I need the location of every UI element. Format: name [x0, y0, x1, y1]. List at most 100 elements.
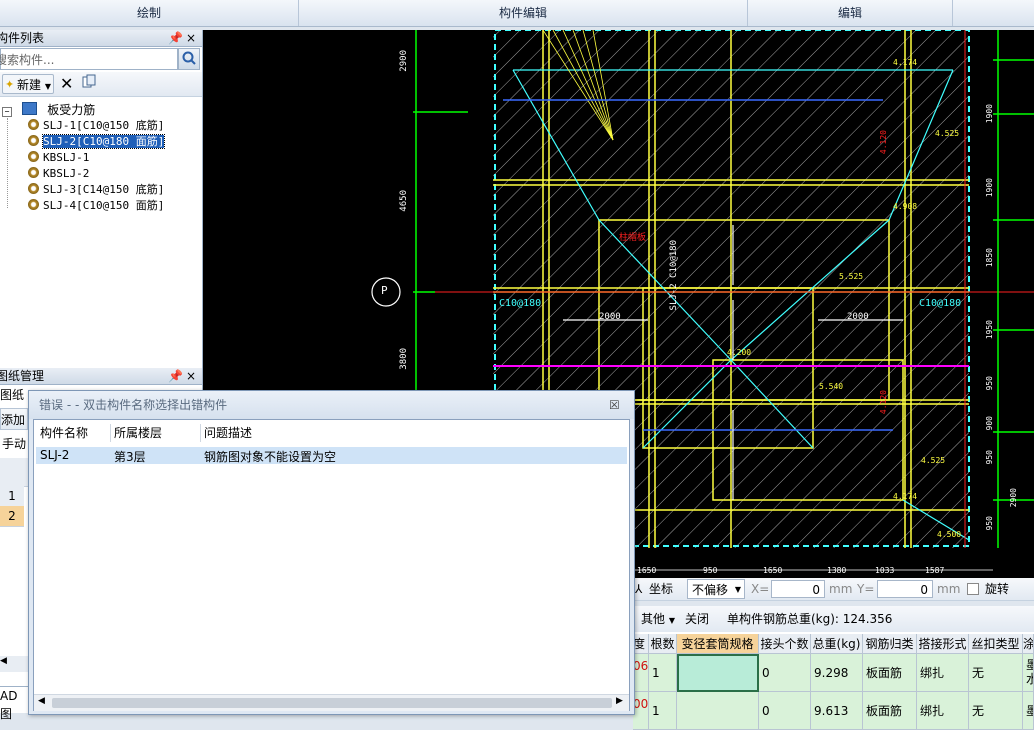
- grid-cell[interactable]: 绑扎: [917, 654, 969, 692]
- horizontal-scrollbar[interactable]: ◀ ▶: [34, 694, 629, 711]
- other-menu[interactable]: 其他 ▼: [641, 609, 675, 629]
- add-button[interactable]: 添加: [0, 408, 28, 430]
- search-input[interactable]: 搜索构件...: [0, 48, 178, 70]
- folder-icon: [21, 102, 37, 115]
- scroll-left-icon[interactable]: ◀: [0, 656, 28, 672]
- error-list: 构件名称 所属楼层 问题描述 SLJ-2 第3层 钢筋图对象不能设置为空 ◀ ▶: [33, 419, 630, 711]
- pin-icon[interactable]: 📌: [168, 368, 183, 384]
- grid-cell[interactable]: 0: [759, 692, 811, 730]
- dim-label: 1850: [985, 248, 994, 268]
- x-label: X=: [751, 582, 770, 596]
- grid-header-col[interactable]: 接头个数: [759, 634, 811, 654]
- grid-header-col[interactable]: 钢筋归类: [863, 634, 917, 654]
- bottom-dim: 950: [703, 566, 718, 575]
- tree-item-label: SLJ-1[C10@150 底筋]: [43, 119, 165, 132]
- dialog-title: 错误 - - 双击构件名称选择出错构件: [39, 398, 228, 412]
- drawing-management-title: 图纸管理: [0, 369, 45, 383]
- scroll-left-icon[interactable]: ◀: [38, 696, 45, 706]
- manual-tab[interactable]: 手动: [0, 434, 30, 454]
- grid-cell[interactable]: 墨水: [1023, 654, 1034, 692]
- ribbon-tab-draw[interactable]: 绘制: [0, 0, 299, 26]
- offset-select[interactable]: 不偏移 ▼: [687, 579, 745, 599]
- cad-tab[interactable]: AD图: [0, 686, 28, 721]
- bottom-dim: 1587: [925, 566, 945, 575]
- grid-cell[interactable]: 无: [969, 692, 1023, 730]
- grid-header-col[interactable]: 搭接形式: [917, 634, 969, 654]
- gear-icon: [28, 135, 39, 146]
- gear-icon: [28, 151, 39, 162]
- grid-cell[interactable]: 0: [759, 654, 811, 692]
- tree-root[interactable]: − 板受力筋: [2, 102, 95, 118]
- gear-icon: [28, 119, 39, 130]
- grid-cell[interactable]: 1: [649, 654, 677, 692]
- grid-header-col[interactable]: 涂: [1023, 634, 1034, 654]
- dialog-title-bar[interactable]: 错误 - - 双击构件名称选择出错构件 ☒: [29, 391, 634, 419]
- grid-header-col[interactable]: 总重(kg): [811, 634, 863, 654]
- scrollbar-thumb[interactable]: [52, 698, 612, 708]
- copy-icon[interactable]: [82, 74, 98, 94]
- close-button[interactable]: 关闭: [685, 609, 709, 629]
- new-label: 新建: [17, 78, 42, 92]
- grid-cell[interactable]: 1: [649, 692, 677, 730]
- dim-label: 2000: [847, 312, 869, 322]
- tree-item-kbslj-2[interactable]: KBSLJ-2: [28, 166, 89, 182]
- new-button[interactable]: ✦ 新建 ▼: [2, 74, 54, 94]
- y-input[interactable]: 0: [877, 580, 933, 598]
- grid-cell[interactable]: 绑扎: [917, 692, 969, 730]
- search-button[interactable]: [178, 48, 200, 70]
- x-input[interactable]: 0: [771, 580, 825, 598]
- coordinate-label[interactable]: 坐标: [649, 579, 673, 599]
- tree-root-label: 板受力筋: [47, 103, 96, 117]
- tree-item-slj-3[interactable]: SLJ-3[C14@150 底筋]: [28, 182, 164, 198]
- bottom-dim: 1033: [875, 566, 895, 575]
- grid-header-col[interactable]: 丝扣类型: [969, 634, 1023, 654]
- coordinate-toolbar: ⅄ 坐标 不偏移 ▼ X= 0 mm Y= 0 mm 旋转: [633, 578, 1034, 601]
- tree-item-slj-1[interactable]: SLJ-1[C10@150 底筋]: [28, 118, 164, 134]
- tree-item-slj-4[interactable]: SLJ-4[C10@150 面筋]: [28, 198, 164, 214]
- grid-cell[interactable]: 9.613: [811, 692, 863, 730]
- tree-item-label: KBSLJ-2: [43, 167, 90, 180]
- chevron-down-icon: ▼: [668, 616, 675, 625]
- ribbon-tab-edit[interactable]: 编辑: [748, 0, 953, 26]
- component-list-title: 构件列表: [0, 31, 45, 45]
- elevation-label: 4.908: [893, 202, 918, 211]
- col-header-desc[interactable]: 问题描述: [204, 424, 252, 442]
- component-list-header: 构件列表 📌 ×: [0, 30, 202, 47]
- grid-cell[interactable]: 无: [969, 654, 1023, 692]
- scroll-right-icon[interactable]: ▶: [616, 696, 623, 706]
- col-header-name[interactable]: 构件名称: [40, 424, 88, 442]
- grid-cell[interactable]: 00: [633, 692, 649, 730]
- y-label: Y=: [857, 582, 875, 596]
- rotate-checkbox[interactable]: [967, 583, 979, 595]
- grid-cell-selected[interactable]: [677, 654, 759, 692]
- grid-cell[interactable]: 板面筋: [863, 654, 917, 692]
- drawing-row-1[interactable]: 1: [0, 486, 24, 507]
- delete-icon[interactable]: ✕: [60, 74, 76, 94]
- tree-item-slj-2[interactable]: SLJ-2[C10@180 面筋]: [28, 134, 166, 150]
- elevation-label: 4.120: [879, 130, 888, 155]
- tree-item-kbslj-1[interactable]: KBSLJ-1: [28, 150, 89, 166]
- grid-header-col[interactable]: 变径套筒规格: [677, 634, 759, 654]
- coordinate-icon: ⅄: [635, 582, 643, 596]
- ribbon-tab-component-edit[interactable]: 构件编辑: [299, 0, 748, 26]
- grid-cell[interactable]: 墨: [1023, 692, 1034, 730]
- grid-cell[interactable]: [677, 692, 759, 730]
- axis-bubble-label: P: [381, 284, 388, 297]
- close-icon[interactable]: ×: [186, 30, 196, 46]
- grid-header-corner: [0, 458, 28, 487]
- grid-header-col[interactable]: 根数: [649, 634, 677, 654]
- dialog-close-icon[interactable]: ☒: [609, 391, 620, 419]
- close-icon[interactable]: ×: [186, 368, 196, 384]
- grid-cell[interactable]: 9.298: [811, 654, 863, 692]
- tree-line: [7, 118, 9, 208]
- col-header-floor[interactable]: 所属楼层: [114, 424, 162, 442]
- grid-header-col[interactable]: 度: [633, 634, 649, 654]
- drawing-row-2[interactable]: 2: [0, 506, 24, 527]
- drawing-tab[interactable]: 图纸: [0, 386, 28, 404]
- bottom-dim: 1380: [827, 566, 847, 575]
- grid-cell[interactable]: 板面筋: [863, 692, 917, 730]
- pin-icon[interactable]: 📌: [168, 30, 183, 46]
- error-row[interactable]: SLJ-2 第3层 钢筋图对象不能设置为空: [36, 447, 627, 464]
- grid-cell[interactable]: 06: [633, 654, 649, 692]
- elevation-label: 5.540: [819, 382, 844, 391]
